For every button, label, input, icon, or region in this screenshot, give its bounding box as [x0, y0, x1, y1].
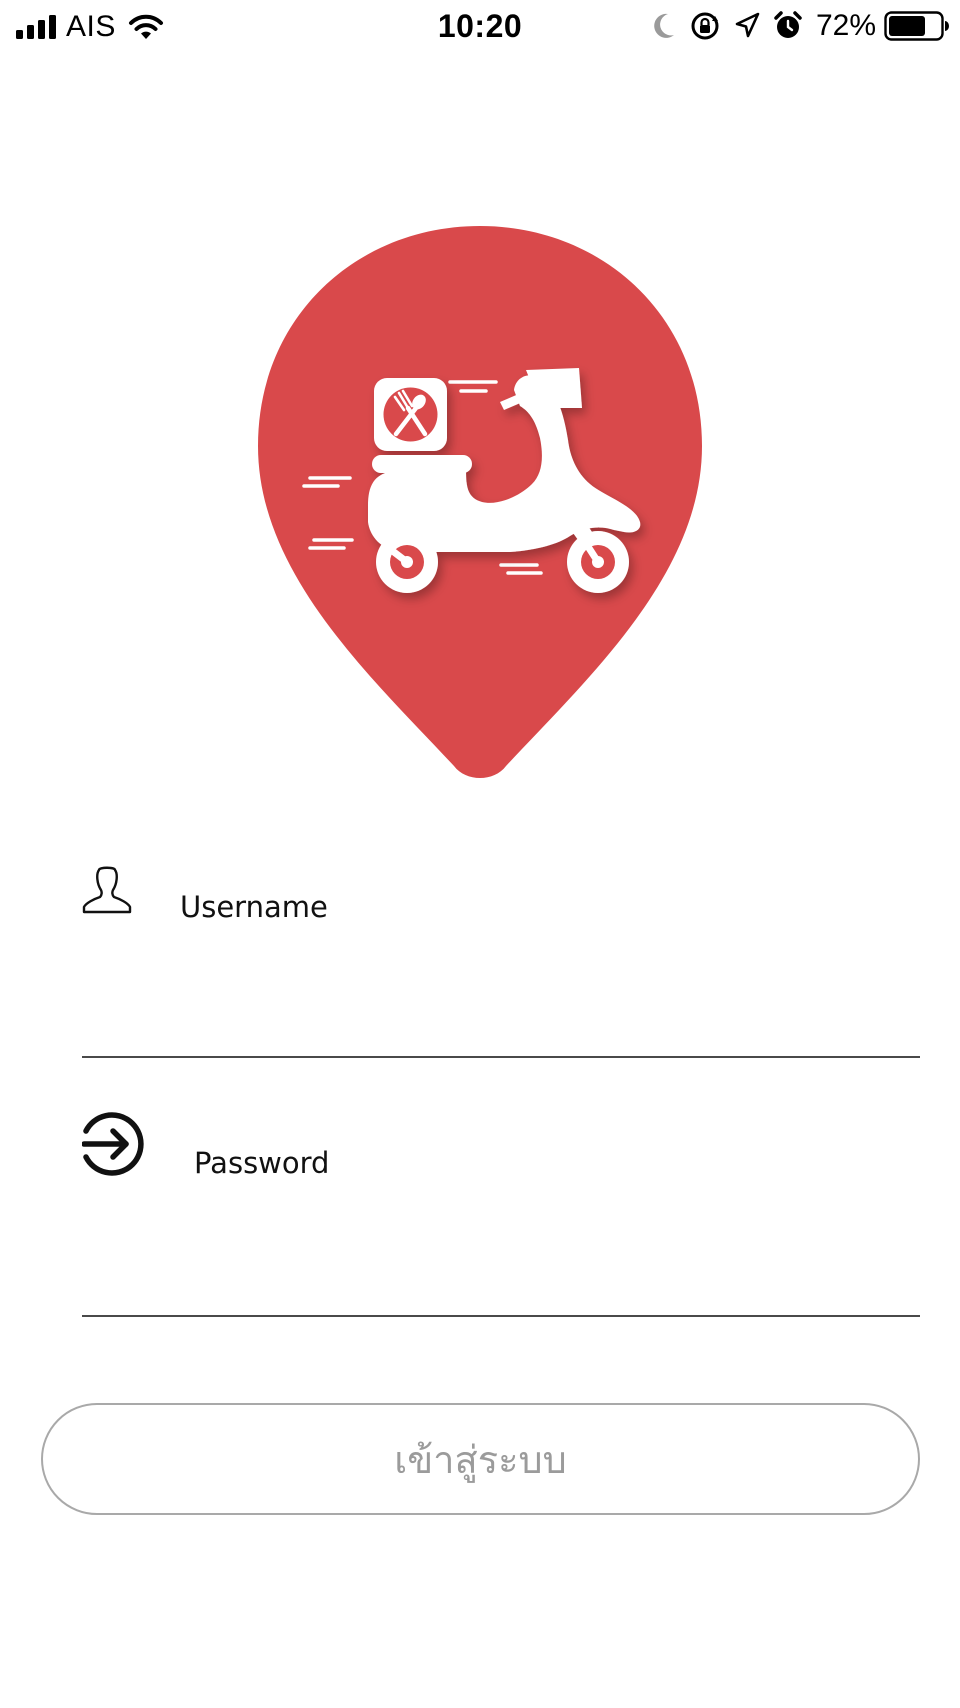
login-button[interactable]: เข้าสู่ระบบ — [41, 1403, 920, 1515]
location-arrow-icon — [735, 12, 760, 38]
battery-icon — [884, 11, 949, 41]
username-label: Username — [180, 890, 328, 924]
battery-percent: 72% — [815, 9, 876, 42]
login-button-label: เข้าสู่ระบบ — [394, 1437, 567, 1482]
login-arrow-icon — [82, 1112, 144, 1176]
status-bar: AIS 10:20 72% — [0, 0, 960, 56]
password-underline — [82, 1315, 920, 1317]
password-field[interactable]: Password — [82, 1112, 920, 1317]
moon-icon — [654, 13, 674, 38]
rotation-lock-icon — [691, 12, 719, 40]
user-icon — [82, 866, 132, 914]
status-right: 72% — [652, 9, 950, 43]
password-label: Password — [194, 1146, 330, 1180]
username-field[interactable]: Username — [82, 860, 920, 1058]
password-input[interactable] — [82, 1238, 920, 1288]
scooter-delivery-pin-logo — [258, 226, 702, 778]
alarm-icon — [774, 11, 802, 38]
username-input[interactable] — [82, 980, 920, 1030]
username-underline — [82, 1056, 920, 1058]
fork-spoon-icon — [383, 387, 438, 442]
